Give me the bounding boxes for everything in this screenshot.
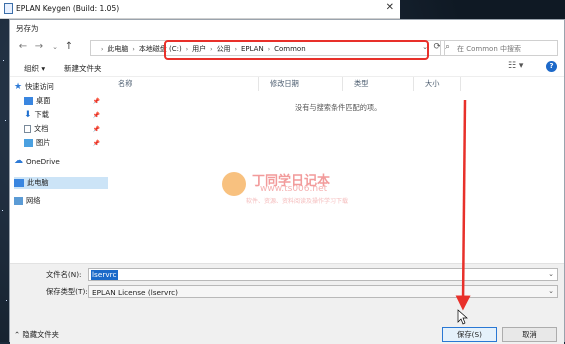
mouse-cursor-icon (457, 309, 468, 325)
red-annotation-arrow (455, 99, 471, 325)
arrow-line (455, 99, 471, 311)
